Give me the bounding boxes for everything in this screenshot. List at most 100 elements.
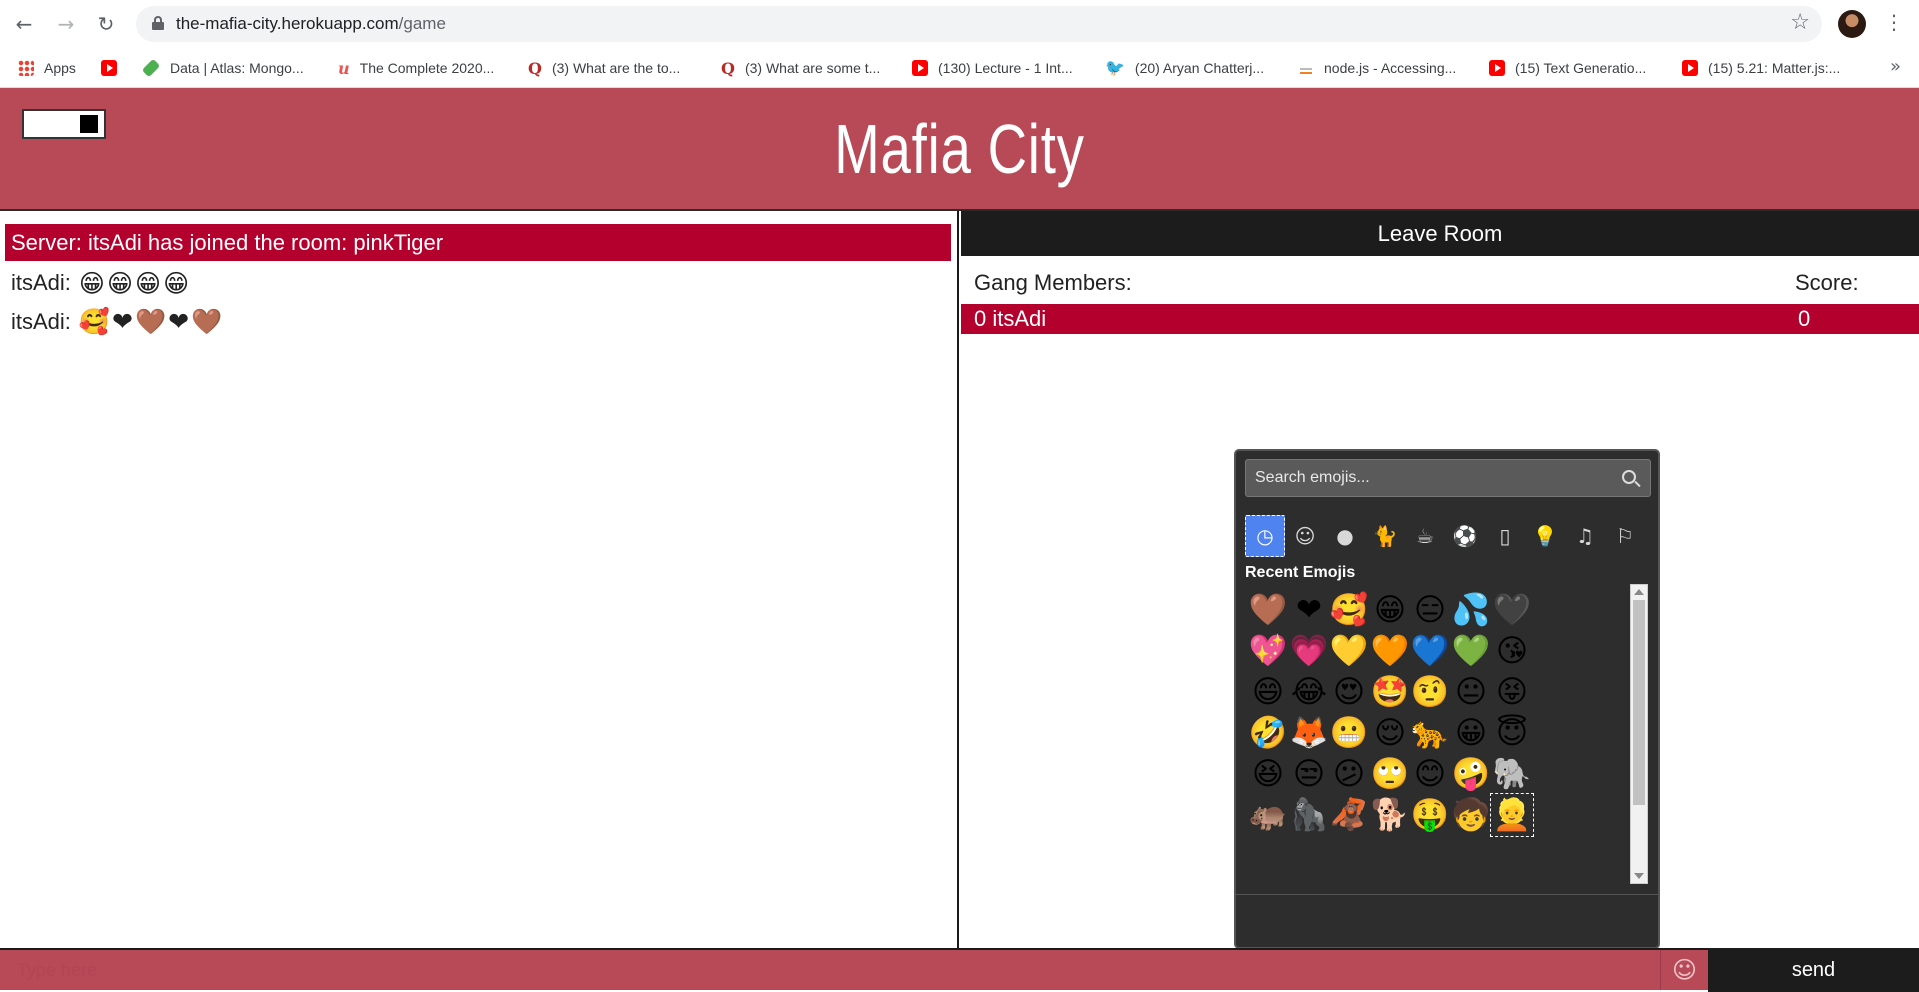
emoji-button[interactable]: 🤨 (1408, 670, 1452, 714)
recent-clock-icon[interactable]: ◷ (1245, 515, 1285, 557)
lock-icon (152, 16, 164, 30)
emoji-button[interactable]: 🦊 (1287, 711, 1331, 755)
emoji-button[interactable]: 🐆 (1408, 711, 1452, 755)
url-text[interactable]: the-mafia-city.herokuapp.com/game (176, 14, 446, 34)
emoji-button[interactable]: 😍 (1327, 670, 1371, 714)
emoji-button[interactable]: 🦍 (1287, 793, 1331, 837)
emoji-button[interactable]: 👱 (1490, 793, 1534, 837)
emoji-button[interactable]: 😘 (1490, 629, 1534, 673)
emoji-button[interactable]: 😀 (1449, 711, 1493, 755)
send-button[interactable]: send (1708, 948, 1919, 992)
animal-icon[interactable]: 🐈 (1365, 515, 1405, 557)
url-host: the-mafia-city.herokuapp.com (176, 14, 399, 33)
emoji-button[interactable]: 🐕 (1368, 793, 1412, 837)
theme-toggle[interactable] (22, 109, 106, 139)
emoji-button[interactable]: 😑 (1408, 588, 1452, 632)
emoji-button[interactable]: 💚 (1449, 629, 1493, 673)
emoji-button[interactable]: 💗 (1287, 629, 1331, 673)
emoji-button[interactable]: 🧒 (1449, 793, 1493, 837)
emoji-button[interactable]: 💖 (1246, 629, 1290, 673)
emoji-search-input[interactable] (1246, 460, 1606, 496)
member-score: 0 (1798, 306, 1811, 331)
apps-grid-icon (18, 60, 34, 76)
twitter-icon: 🐦 (1105, 60, 1125, 77)
sport-icon[interactable]: ⚽ (1445, 515, 1485, 557)
emoji-button[interactable]: 😊 (1408, 752, 1452, 796)
emoji-button[interactable]: 🦧 (1327, 793, 1371, 837)
emoji-button[interactable]: 😬 (1327, 711, 1371, 755)
quora-icon: Q (721, 58, 735, 78)
back-arrow-icon[interactable]: ← (10, 10, 38, 38)
emoji-button[interactable]: 💦 (1449, 588, 1493, 632)
emoji-button[interactable]: 💛 (1327, 629, 1371, 673)
browser-toolbar: ← → ↻ the-mafia-city.herokuapp.com/game … (0, 0, 1919, 48)
emoji-button[interactable]: 🦛 (1246, 793, 1290, 837)
emoji-button[interactable]: 😂 (1287, 670, 1331, 714)
bookmark-label: Data | Atlas: Mongo... (170, 60, 304, 76)
address-bar[interactable]: the-mafia-city.herokuapp.com/game ☆ (136, 6, 1822, 42)
scroll-up-arrow-icon[interactable] (1634, 589, 1644, 595)
bookmark-youtube-lecture[interactable]: (130) Lecture - 1 Int... (912, 54, 1073, 82)
emoji-button[interactable]: 😌 (1368, 711, 1412, 755)
message-input[interactable] (0, 950, 1660, 990)
building-icon[interactable]: ▯ (1485, 515, 1525, 557)
emoji-button[interactable]: 😐 (1449, 670, 1493, 714)
object-icon[interactable]: 💡 (1525, 515, 1565, 557)
bookmark-mongodb[interactable]: Data | Atlas: Mongo... (141, 54, 304, 82)
bookmarks-overflow-button[interactable]: » (1890, 56, 1901, 77)
app-title: Mafia City (834, 110, 1085, 188)
person-icon[interactable]: ● (1325, 515, 1365, 557)
bookmark-quora-1[interactable]: Q (3) What are the to... (528, 54, 680, 82)
message-sender: itsAdi: (11, 309, 71, 334)
bookmark-youtube[interactable] (101, 54, 127, 82)
reload-icon[interactable]: ↻ (92, 10, 120, 38)
bookmark-quora-2[interactable]: Q (3) What are some t... (721, 54, 880, 82)
emoji-button[interactable]: 😇 (1490, 711, 1534, 755)
scroll-down-arrow-icon[interactable] (1634, 873, 1644, 879)
emoji-button[interactable]: 🤎 (1246, 588, 1290, 632)
emoji-button[interactable]: 💙 (1408, 629, 1452, 673)
scrollbar-thumb[interactable] (1633, 600, 1645, 805)
emoji-button[interactable]: 😁 (1368, 588, 1412, 632)
emoji-toggle-button[interactable]: ☺ (1660, 950, 1708, 990)
emoji-button[interactable]: 😒 (1287, 752, 1331, 796)
browser-menu-icon[interactable]: ⋮ (1884, 10, 1904, 34)
message-content: 😁😁😁😁 (78, 268, 192, 298)
emoji-button[interactable]: 🧡 (1368, 629, 1412, 673)
emoji-button[interactable]: 😄 (1246, 670, 1290, 714)
flag-icon[interactable]: ⚐ (1605, 515, 1645, 557)
profile-avatar[interactable] (1838, 10, 1866, 38)
bookmark-youtube-text[interactable]: (15) Text Generatio... (1489, 54, 1646, 82)
search-icon[interactable] (1622, 470, 1636, 484)
youtube-icon (1489, 60, 1505, 76)
bookmark-twitter[interactable]: 🐦 (20) Aryan Chatterj... (1105, 54, 1264, 82)
emoji-button[interactable]: 🐘 (1490, 752, 1534, 796)
emoji-button[interactable]: 🥰 (1327, 588, 1371, 632)
emoji-button[interactable]: 🤑 (1408, 793, 1452, 837)
emoji-button[interactable]: 😆 (1246, 752, 1290, 796)
bookmark-star-icon[interactable]: ☆ (1790, 10, 1810, 35)
music-icon[interactable]: ♫ (1565, 515, 1605, 557)
message-content: 🥰❤🤎❤🤎 (78, 307, 225, 336)
emoji-scrollbar[interactable] (1630, 584, 1648, 884)
bookmark-label: (15) 5.21: Matter.js:... (1708, 60, 1841, 76)
emoji-button[interactable]: 😝 (1490, 670, 1534, 714)
emoji-button[interactable]: 🤪 (1449, 752, 1493, 796)
emoji-button[interactable]: 🤩 (1368, 670, 1412, 714)
bookmark-stackoverflow[interactable]: node.js - Accessing... (1298, 54, 1456, 82)
smiley-icon[interactable]: ☺ (1285, 515, 1325, 557)
bookmark-udemy[interactable]: u The Complete 2020... (338, 54, 494, 82)
recent-emojis-heading: Recent Emojis (1245, 564, 1356, 581)
food-icon[interactable]: ☕ (1405, 515, 1445, 557)
bookmark-label: The Complete 2020... (359, 60, 495, 76)
bookmark-apps[interactable]: Apps (18, 54, 76, 82)
bookmark-youtube-matter[interactable]: (15) 5.21: Matter.js:... (1682, 54, 1840, 82)
leave-room-button[interactable]: Leave Room (961, 211, 1919, 256)
udemy-icon: u (338, 58, 350, 78)
emoji-button[interactable]: 🙄 (1368, 752, 1412, 796)
emoji-button[interactable]: 🖤 (1490, 588, 1534, 632)
forward-arrow-icon[interactable]: → (52, 10, 80, 38)
emoji-button[interactable]: 😕 (1327, 752, 1371, 796)
emoji-button[interactable]: ❤ (1287, 588, 1331, 632)
emoji-button[interactable]: 🤣 (1246, 711, 1290, 755)
